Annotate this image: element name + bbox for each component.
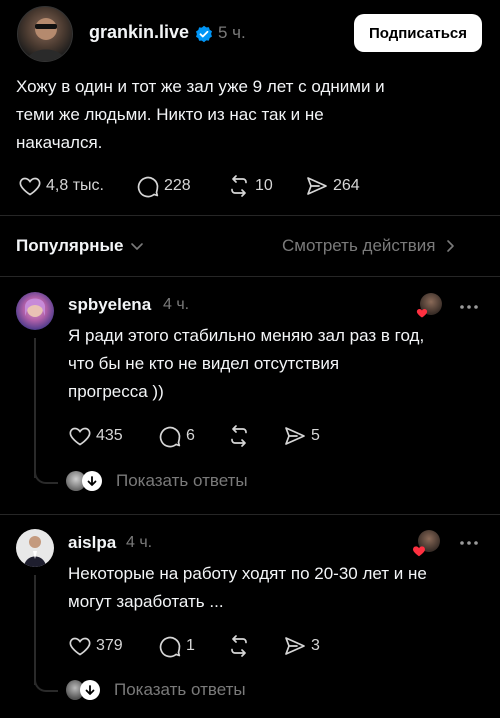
- reply-share-button[interactable]: 3: [283, 634, 320, 658]
- thread-line: [34, 575, 36, 685]
- post-text-line: теми же людьми. Никто из нас так и не: [16, 105, 324, 124]
- repost-icon: [231, 635, 247, 657]
- reply-repost-button[interactable]: [227, 424, 255, 448]
- post-author-username[interactable]: grankin.live: [89, 22, 189, 43]
- reply-time: 4 ч.: [126, 534, 153, 551]
- author-liked-badge: [416, 293, 444, 321]
- sort-dropdown[interactable]: Популярные: [16, 236, 145, 256]
- reply-text-line: прогресса )): [68, 382, 164, 401]
- reply-comment-count: 1: [186, 637, 195, 654]
- more-icon[interactable]: [459, 304, 479, 310]
- chevron-down-icon: [131, 243, 144, 250]
- subscribe-button[interactable]: Подписаться: [354, 14, 482, 52]
- show-replies-label: Показать ответы: [114, 680, 246, 699]
- reply-comment-count: 6: [186, 427, 195, 444]
- post-repost-count: 10: [255, 177, 273, 194]
- reply-text-line: что бы не кто не видел отсутствия: [68, 354, 340, 373]
- share-icon: [307, 177, 327, 195]
- comment-icon: [159, 426, 181, 448]
- post-share-count: 264: [333, 177, 360, 194]
- share-icon: [285, 637, 305, 655]
- comment-icon: [159, 636, 181, 658]
- reply-share-button[interactable]: 5: [283, 424, 320, 448]
- reply-text-line: могут заработать ...: [68, 592, 224, 611]
- reply-author-avatar[interactable]: [16, 529, 54, 567]
- more-icon[interactable]: [459, 540, 479, 546]
- author-liked-badge: [412, 530, 442, 560]
- post-text-line: накачался.: [16, 133, 103, 152]
- comment-icon: [137, 176, 159, 198]
- divider: [0, 215, 500, 216]
- reply-author-username[interactable]: aislpa: [68, 533, 116, 553]
- divider: [0, 514, 500, 515]
- thread-line-curve: [34, 674, 58, 692]
- view-activity-label: Смотреть действия: [282, 236, 436, 255]
- thread-line-curve: [34, 466, 58, 484]
- share-icon: [285, 427, 305, 445]
- chevron-down-icon: [80, 680, 100, 700]
- verified-badge-icon: [195, 25, 213, 43]
- post-comment-count: 228: [164, 177, 191, 194]
- reply-author-avatar[interactable]: [16, 292, 54, 330]
- reply-share-count: 3: [311, 637, 320, 654]
- post-repost-button[interactable]: 10: [227, 174, 273, 198]
- reply-repost-button[interactable]: [227, 634, 255, 658]
- sort-label: Популярные: [16, 236, 124, 255]
- show-replies-button[interactable]: Показать ответы: [66, 471, 248, 491]
- heart-icon: [69, 637, 91, 656]
- reply-like-button[interactable]: 435: [68, 424, 123, 448]
- reply-comment-button[interactable]: 6: [158, 424, 195, 448]
- reply-time: 4 ч.: [163, 296, 190, 313]
- post-comment-button[interactable]: 228: [136, 174, 191, 198]
- reply-text: Некоторые на работу ходят по 20-30 лет и…: [68, 560, 488, 616]
- reply-comment-button[interactable]: 1: [158, 634, 195, 658]
- post-time: 5 ч.: [218, 23, 246, 42]
- heart-icon: [69, 427, 91, 446]
- heart-icon: [413, 546, 425, 557]
- chevron-right-icon: [447, 240, 455, 252]
- post-like-button[interactable]: 4,8 тыс.: [18, 174, 104, 198]
- thread-line: [34, 338, 36, 478]
- divider: [0, 276, 500, 277]
- reply-text-line: Я ради этого стабильно меняю зал раз в г…: [68, 326, 425, 345]
- reply-share-count: 5: [311, 427, 320, 444]
- repost-icon: [231, 175, 247, 197]
- post-like-count: 4,8 тыс.: [46, 177, 104, 194]
- chevron-down-icon: [82, 471, 102, 491]
- view-activity-link[interactable]: Смотреть действия: [282, 236, 457, 256]
- reply-like-count: 435: [96, 427, 123, 444]
- post-text-line: Хожу в один и тот же зал уже 9 лет с одн…: [16, 77, 385, 96]
- reply-author-username[interactable]: spbyelena: [68, 295, 151, 315]
- show-replies-label: Показать ответы: [116, 471, 248, 490]
- show-replies-button[interactable]: Показать ответы: [66, 680, 246, 700]
- post-author-avatar[interactable]: [17, 6, 73, 62]
- reply-like-button[interactable]: 379: [68, 634, 123, 658]
- subscribe-button-label: Подписаться: [368, 24, 468, 42]
- reply-like-count: 379: [96, 637, 123, 654]
- reply-text: Я ради этого стабильно меняю зал раз в г…: [68, 322, 488, 406]
- post-share-button[interactable]: 264: [305, 174, 360, 198]
- heart-icon: [416, 309, 428, 318]
- heart-icon: [19, 177, 41, 196]
- post-text: Хожу в один и тот же зал уже 9 лет с одн…: [16, 73, 486, 157]
- repost-icon: [231, 425, 247, 447]
- reply-text-line: Некоторые на работу ходят по 20-30 лет и…: [68, 564, 427, 583]
